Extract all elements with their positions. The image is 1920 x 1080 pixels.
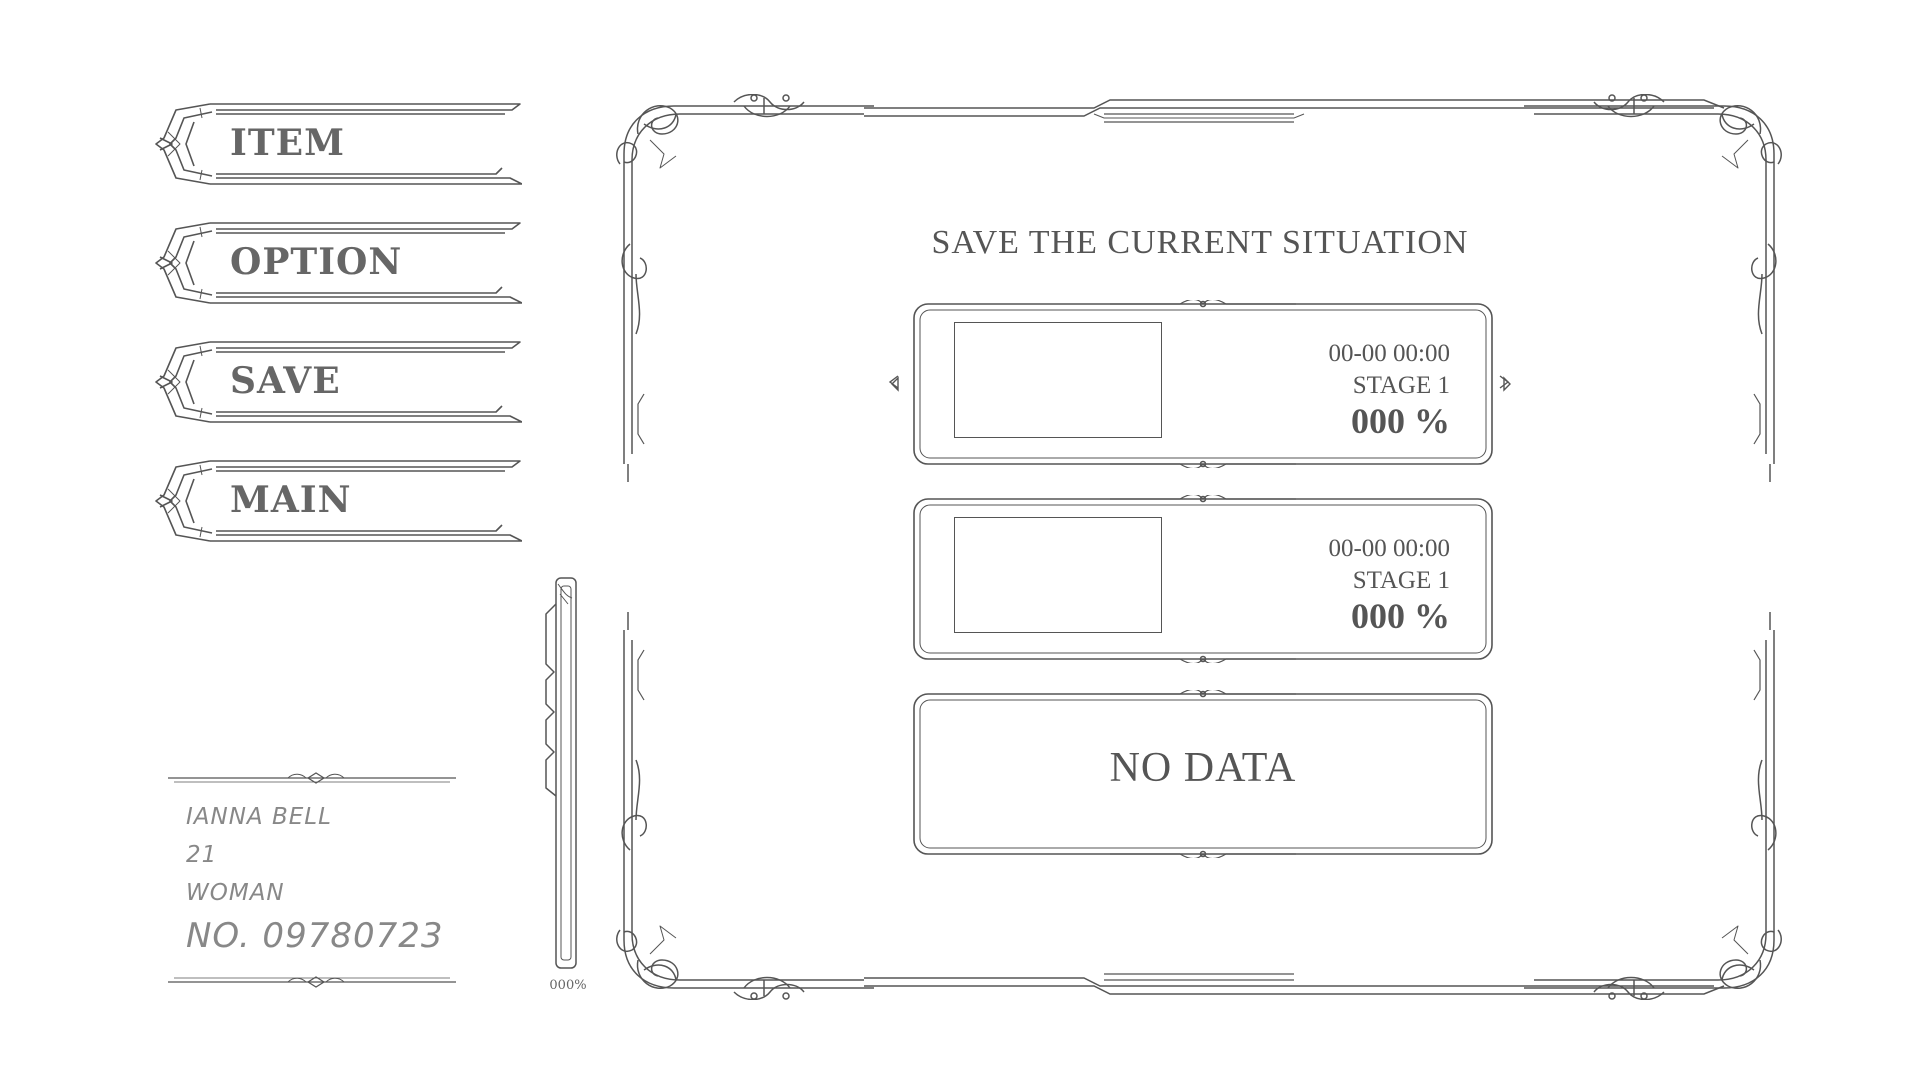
menu-button-save[interactable]: SAVE (150, 336, 522, 428)
save-slot-2[interactable]: 00-00 00:00 STAGE 1 000 % (910, 495, 1496, 663)
save-slot-1[interactable]: 00-00 00:00 STAGE 1 000 % (910, 300, 1496, 468)
slot-progress: 000 % (1351, 401, 1450, 441)
small-right-triangle-icon[interactable] (1502, 376, 1512, 392)
slot-stage: STAGE 1 (1352, 372, 1450, 399)
panel-title: SAVE THE CURRENT SITUATION (931, 224, 1469, 261)
slot-empty-label: NO DATA (1109, 745, 1297, 791)
menu-button-option[interactable]: OPTION (150, 217, 522, 309)
profile-age: 21 (186, 842, 218, 868)
progress-gauge (545, 577, 577, 969)
menu-label: SAVE (230, 360, 341, 402)
slot-thumbnail (954, 322, 1162, 438)
profile-gender: WOMAN (186, 880, 285, 906)
menu-button-main[interactable]: MAIN (150, 455, 522, 547)
profile-number: NO. 09780723 (186, 916, 444, 956)
profile-divider-top (168, 772, 456, 784)
menu-label: MAIN (230, 479, 352, 521)
small-left-triangle-icon[interactable] (890, 376, 900, 392)
profile-name: IANNA BELL (186, 804, 332, 830)
slot-date: 00-00 00:00 (1328, 535, 1450, 562)
slot-progress: 000 % (1351, 596, 1450, 636)
menu-label: ITEM (230, 122, 345, 164)
slot-stage: STAGE 1 (1352, 567, 1450, 594)
slot-thumbnail (954, 517, 1162, 633)
gauge-label: 000% (549, 978, 587, 993)
profile-divider-bottom (168, 976, 456, 988)
menu-button-item[interactable]: ITEM (150, 98, 522, 190)
menu-label: OPTION (230, 241, 403, 283)
slot-date: 00-00 00:00 (1328, 340, 1450, 367)
save-slot-3[interactable]: NO DATA (910, 690, 1496, 858)
